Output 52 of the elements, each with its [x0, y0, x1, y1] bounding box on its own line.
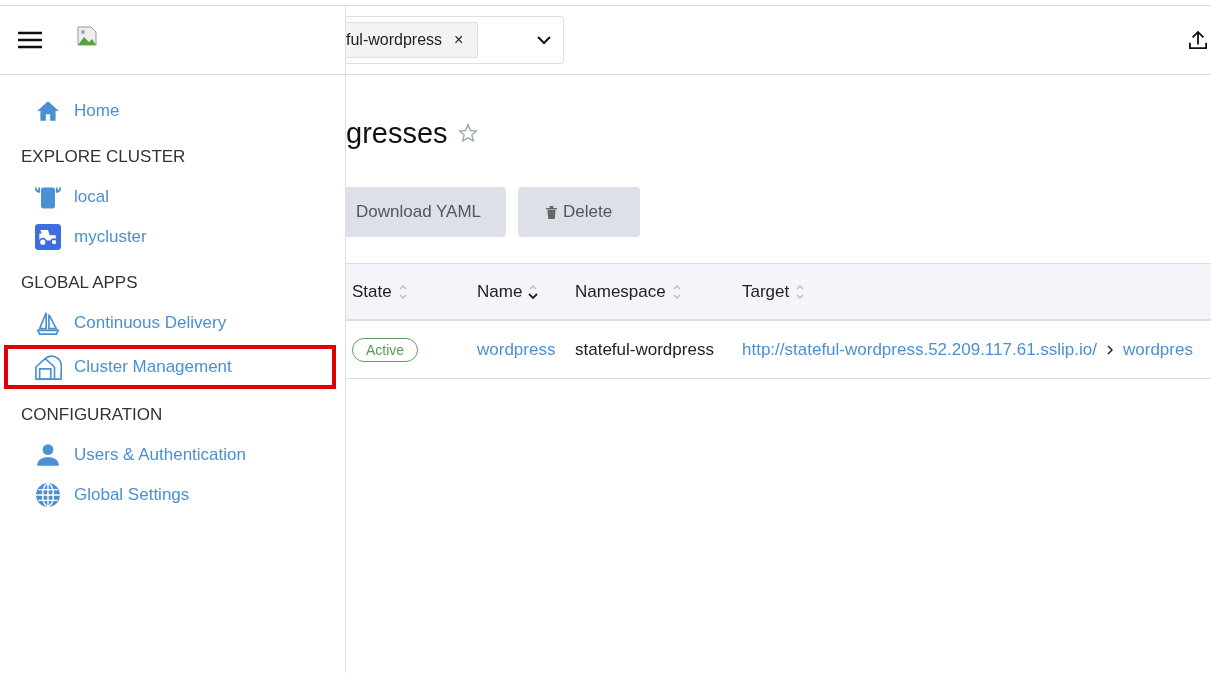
chevron-right-icon	[1107, 344, 1113, 355]
service-link[interactable]: wordpres	[1123, 339, 1193, 360]
column-label: Target	[742, 281, 790, 302]
sort-icon	[397, 283, 408, 300]
nav-item[interactable]: Continuous Delivery	[4, 305, 336, 341]
sort-icon	[795, 283, 806, 300]
page-title: gresses	[346, 116, 448, 150]
chip-label: ful-wordpress	[346, 31, 443, 49]
nav-item[interactable]: Users & Authentication	[4, 437, 336, 473]
column-label: State	[352, 281, 392, 302]
section-heading: CONFIGURATION	[20, 404, 164, 426]
menu-icon[interactable]	[18, 31, 42, 49]
sort-descending-icon	[528, 283, 539, 300]
nav-item[interactable]: mycluster	[4, 219, 336, 255]
column-header[interactable]: State	[346, 281, 477, 302]
column-header[interactable]: Namespace	[575, 281, 742, 302]
sort-icon	[671, 283, 682, 300]
bull-icon	[34, 184, 62, 210]
nav-item[interactable]: Global Settings	[4, 477, 336, 513]
globe-icon	[34, 482, 62, 508]
sailboat-icon	[34, 310, 62, 336]
nav-label: Cluster Management	[74, 357, 232, 377]
column-header[interactable]: Name	[477, 281, 575, 302]
nav-label: mycluster	[74, 227, 147, 247]
section-heading: GLOBAL APPS	[20, 272, 139, 294]
column-label: Namespace	[575, 281, 666, 302]
remove-chip-button[interactable]: ×	[454, 31, 464, 49]
target-link[interactable]: http://stateful-wordpress.52.209.117.61.sslip.io/	[742, 339, 1097, 360]
nav-label: Users & Authentication	[74, 445, 246, 465]
delete-button[interactable]: Delete	[518, 187, 641, 237]
trash-icon	[546, 205, 558, 219]
nav-label: local	[74, 187, 109, 207]
tractor-icon	[34, 224, 62, 250]
user-icon	[34, 442, 62, 468]
namespace-select[interactable]: ful-wordpress ×	[346, 16, 564, 64]
nav-item[interactable]: Cluster Management	[4, 345, 336, 389]
column-label: Name	[477, 281, 523, 302]
nav-label: Home	[74, 101, 120, 121]
nav-label: Global Settings	[74, 485, 190, 505]
nav-item[interactable]: local	[4, 179, 336, 215]
upload-icon[interactable]	[1189, 30, 1207, 50]
download-button[interactable]: Download YAML	[346, 187, 507, 237]
nav-item[interactable]: Home	[4, 93, 336, 129]
star-icon[interactable]	[457, 123, 478, 143]
barn-icon	[34, 354, 62, 380]
section-heading: EXPLORE CLUSTER	[20, 146, 187, 168]
name-link[interactable]: wordpress	[477, 339, 556, 360]
column-header[interactable]: Target	[742, 281, 806, 302]
nav-label: Continuous Delivery	[74, 313, 227, 333]
namespace-cell: stateful-wordpress	[575, 339, 714, 360]
broken-image-icon	[77, 26, 97, 46]
chevron-down-icon[interactable]	[537, 35, 551, 45]
